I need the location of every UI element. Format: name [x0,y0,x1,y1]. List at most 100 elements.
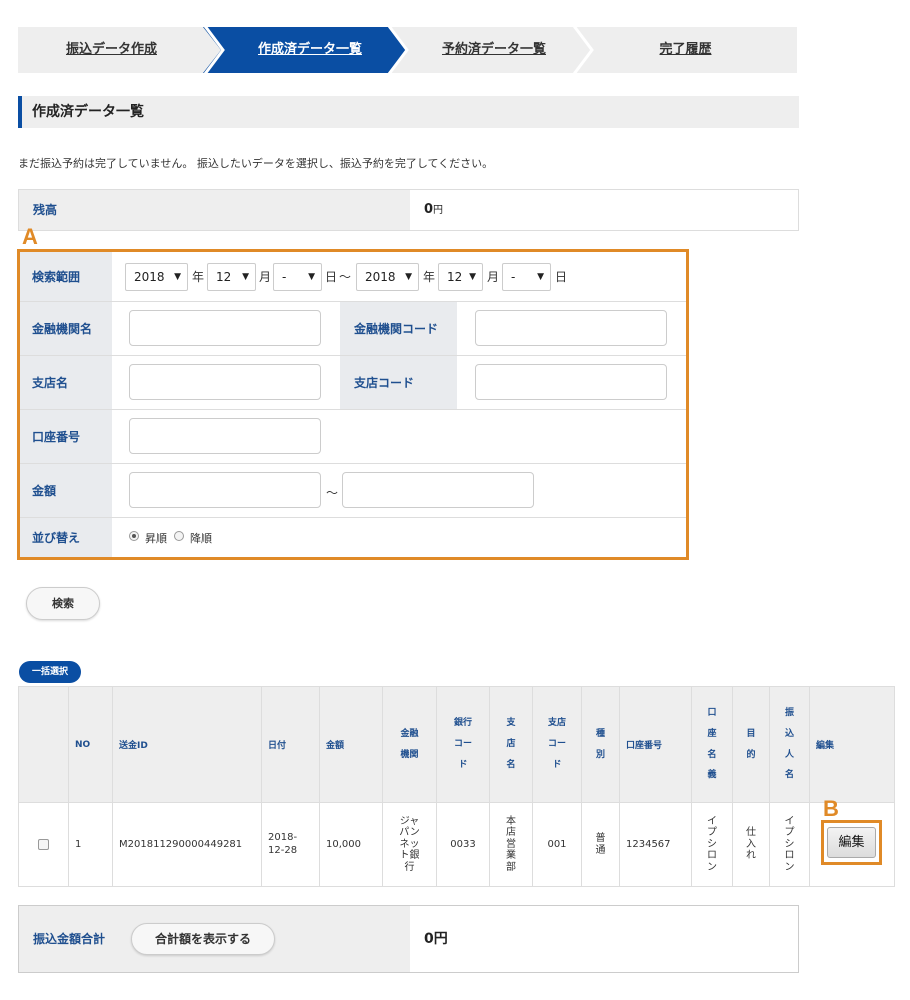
step-completed-history[interactable]: 完了履歴 [588,27,783,73]
amount-max-input[interactable] [342,472,534,508]
header-edit: 編集 [809,686,895,803]
from-day-value: - [282,270,287,284]
from-month-value: 12 [216,270,232,284]
total-label: 振込金額合計 [33,932,106,946]
sort-label: 並び替え [20,518,112,557]
search-button[interactable]: 検索 [26,587,100,620]
step-reserved-list[interactable]: 予約済データ一覧 [402,27,586,73]
to-day-value: - [511,270,516,284]
range-separator: ～ [339,270,352,284]
month-unit: 月 [259,270,272,284]
cell-type: 普 通 [581,802,620,887]
header-bank: 金融 機関 [382,686,437,803]
bank-name-input[interactable] [129,310,321,346]
annotation-b: B [823,796,839,821]
day-unit: 日 [555,270,568,284]
month-unit: 月 [487,270,500,284]
cell-amount: 10,000 [319,802,383,887]
bank-code-input[interactable] [475,310,667,346]
cell-bank: ジャ パン ネッ ト銀 行 [382,802,437,887]
cell-account: 1234567 [619,802,692,887]
cell-no: 1 [68,802,113,887]
table-row: 1 M201811290000449281 2018- 12-28 10,000… [18,802,895,887]
account-row: 口座番号 [20,410,686,464]
from-day-select[interactable]: - ▼ [273,263,322,291]
sort-asc-label: 昇順 [145,532,167,545]
step-create-transfer[interactable]: 振込データ作成 [18,27,205,73]
select-all-button[interactable]: 一括選択 [19,661,81,683]
header-no: NO [68,686,113,803]
cell-transfer-id: M201811290000449281 [112,802,262,887]
to-year-select[interactable]: 2018 ▼ [356,263,419,291]
chevron-down-icon: ▼ [469,272,476,282]
step-created-list[interactable]: 作成済データ一覧 [218,27,402,73]
total-value: 0円 [424,931,448,947]
row-checkbox[interactable] [38,838,49,850]
branch-name-input[interactable] [129,364,321,400]
sort-desc-radio[interactable] [174,531,184,541]
search-form: 検索範囲 2018 ▼ 年 12 ▼ 月 - ▼ 日 ～ 2018 ▼ 年 12 ▼ 月 … [17,249,689,560]
to-month-value: 12 [447,270,463,284]
edit-highlight: 編集 [821,820,882,865]
chevron-down-icon: ▼ [174,272,181,282]
from-month-select[interactable]: 12 ▼ [207,263,256,291]
cell-bank-code: 0033 [436,802,490,887]
amount-min-input[interactable] [129,472,321,508]
account-label: 口座番号 [20,410,112,463]
edit-button[interactable]: 編集 [827,827,876,858]
day-unit: 日 [325,270,338,284]
header-date: 日付 [261,686,320,803]
header-branch-code: 支店 コー ド [532,686,582,803]
amount-separator: ～ [326,486,339,500]
search-range-row: 検索範囲 2018 ▼ 年 12 ▼ 月 - ▼ 日 ～ 2018 ▼ 年 12 ▼ 月 … [20,252,686,302]
progress-stepper: 振込データ作成 作成済データ一覧 予約済データ一覧 完了履歴 [18,27,797,73]
branch-row: 支店名 支店コード [20,356,686,410]
balance-label: 残高 [19,190,410,230]
sort-row: 並び替え 昇順 降順 [20,518,686,557]
header-select [18,686,69,803]
branch-code-input[interactable] [475,364,667,400]
bank-code-label: 金融機関コード [340,302,457,355]
chevron-down-icon: ▼ [537,272,544,282]
to-month-select[interactable]: 12 ▼ [438,263,483,291]
sort-asc-radio[interactable] [129,531,139,541]
balance-unit: 円 [433,205,444,216]
cell-branch: 本 店 営 業 部 [489,802,533,887]
annotation-a: A [22,224,38,249]
bank-row: 金融機関名 金融機関コード [20,302,686,356]
balance-table: 残高 0円 [18,189,799,231]
bank-name-label: 金融機関名 [20,302,112,355]
cell-payer: イ プ シ ロ ン [769,802,810,887]
chevron-down-icon: ▼ [242,272,249,282]
branch-name-label: 支店名 [20,356,112,409]
balance-amount: 0 [424,202,434,217]
header-type: 種 別 [581,686,620,803]
header-transfer-id: 送金ID [112,686,262,803]
total-table: 振込金額合計 合計額を表示する 0円 [18,905,799,973]
from-year-select[interactable]: 2018 ▼ [125,263,188,291]
header-bank-code: 銀行 コー ド [436,686,490,803]
header-account: 口座番号 [619,686,692,803]
year-unit: 年 [192,270,205,284]
header-account-name: 口 座 名 義 [691,686,733,803]
cell-branch-code: 001 [532,802,582,887]
account-number-input[interactable] [129,418,321,454]
amount-label: 金額 [20,464,112,517]
to-day-select[interactable]: - ▼ [502,263,551,291]
year-unit: 年 [423,270,436,284]
table-header-row: NO 送金ID 日付 金額 金融 機関 銀行 コー ド 支 店 名 支店 コー … [18,686,895,803]
show-total-button[interactable]: 合計額を表示する [131,923,275,955]
section-header: 作成済データ一覧 [18,96,799,128]
page-title: 作成済データ一覧 [32,104,144,120]
from-year-value: 2018 [134,270,165,284]
range-label: 検索範囲 [20,252,112,301]
total-label-cell: 振込金額合計 合計額を表示する [19,906,410,972]
amount-row: 金額 ～ [20,464,686,518]
cell-purpose: 仕 入 れ [732,802,770,887]
header-amount: 金額 [319,686,383,803]
chevron-down-icon: ▼ [308,272,315,282]
header-payer: 振 込 人 名 [769,686,810,803]
header-purpose: 目 的 [732,686,770,803]
to-year-value: 2018 [365,270,396,284]
sort-desc-label: 降順 [190,532,212,545]
